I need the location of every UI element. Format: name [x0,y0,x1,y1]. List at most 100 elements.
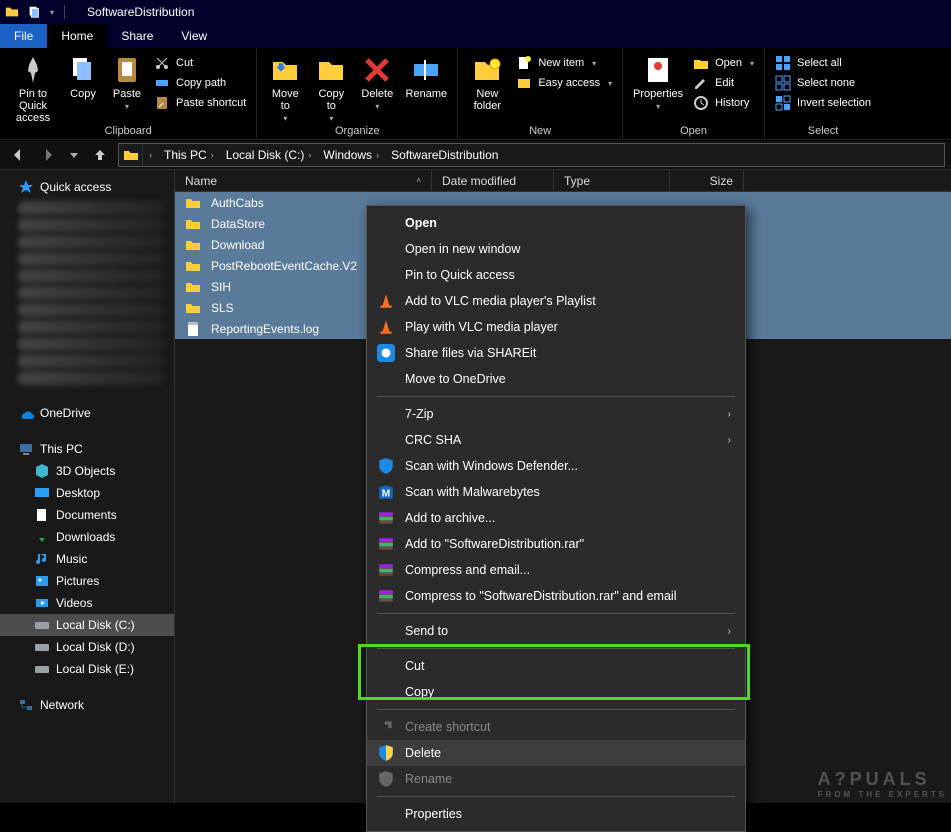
ctx-compress-email[interactable]: Compress and email... [367,557,745,583]
sidebar-pictures[interactable]: Pictures [0,570,174,592]
sidebar-downloads[interactable]: Downloads [0,526,174,548]
nav-up-button[interactable] [88,143,112,167]
sidebar-onedrive[interactable]: OneDrive [0,402,174,424]
crumb-windows[interactable]: Windows› [317,148,385,162]
sidebar-item-redacted [18,252,164,266]
ctx-crc-sha[interactable]: CRC SHA› [367,427,745,453]
new-folder-button[interactable]: New folder [464,52,510,112]
sidebar-documents[interactable]: Documents [0,504,174,526]
edit-button[interactable]: Edit [689,74,758,92]
ctx-vlc-play[interactable]: Play with VLC media player [367,314,745,340]
pin-quick-access-button[interactable]: Pin to Quick access [6,52,60,124]
sidebar-3d-objects[interactable]: 3D Objects [0,460,174,482]
rename-button[interactable]: Rename [401,52,451,100]
winrar-icon [377,509,395,527]
folder-icon [185,279,201,295]
col-size[interactable]: Size [670,170,744,191]
ctx-compress-rar-email[interactable]: Compress to "SoftwareDistribution.rar" a… [367,583,745,609]
this-pc-icon [18,441,34,457]
sidebar-videos[interactable]: Videos [0,592,174,614]
sidebar-local-disk-e[interactable]: Local Disk (E:) [0,658,174,680]
col-type[interactable]: Type [554,170,670,191]
properties-icon [642,54,674,86]
ctx-open[interactable]: Open [367,210,745,236]
edit-icon [693,75,709,91]
videos-icon [34,595,50,611]
sidebar-music[interactable]: Music [0,548,174,570]
ctx-open-new-window[interactable]: Open in new window [367,236,745,262]
ctx-shareit[interactable]: Share files via SHAREit [367,340,745,366]
nav-forward-button[interactable] [36,143,60,167]
sidebar-this-pc[interactable]: This PC [0,438,174,460]
sidebar-network[interactable]: Network [0,694,174,716]
history-button[interactable]: History [689,94,758,112]
paste-button[interactable]: Paste ▾ [106,52,148,111]
col-name[interactable]: Name ˄ [175,170,432,191]
ctx-add-rar[interactable]: Add to "SoftwareDistribution.rar" [367,531,745,557]
select-none-button[interactable]: Select none [771,74,875,92]
paste-shortcut-icon [154,95,170,111]
ctx-rename[interactable]: Rename [367,766,745,792]
ctx-windows-defender[interactable]: Scan with Windows Defender... [367,453,745,479]
sidebar-quick-access[interactable]: Quick access [0,176,174,198]
ctx-move-onedrive[interactable]: Move to OneDrive [367,366,745,392]
invert-selection-button[interactable]: Invert selection [771,94,875,112]
copy-button[interactable]: Copy [62,52,104,100]
crumb-root-chevron[interactable]: › [143,150,158,160]
sidebar-item-redacted [18,218,164,232]
tab-home[interactable]: Home [47,24,107,48]
ctx-copy[interactable]: Copy [367,679,745,705]
copy-path-button[interactable]: Copy path [150,74,250,92]
vlc-icon [377,318,395,336]
sidebar-local-disk-d[interactable]: Local Disk (D:) [0,636,174,658]
select-all-button[interactable]: Select all [771,54,875,72]
tab-file[interactable]: File [0,24,47,48]
file-name: AuthCabs [211,196,264,210]
move-to-button[interactable]: Move to ▾ [263,52,307,123]
ctx-properties[interactable]: Properties [367,801,745,827]
sidebar-item-redacted [18,235,164,249]
onedrive-icon [18,405,34,421]
ctx-vlc-add-playlist[interactable]: Add to VLC media player's Playlist [367,288,745,314]
ctx-pin-quick-access[interactable]: Pin to Quick access [367,262,745,288]
folder-icon [185,258,201,274]
ribbon-group-organize: Move to ▾ Copy to ▾ Delete ▾ Rename Orga… [257,48,458,139]
properties-button[interactable]: Properties ▾ [629,52,687,111]
open-button[interactable]: Open▾ [689,54,758,72]
sidebar-desktop[interactable]: Desktop [0,482,174,504]
ribbon-group-select: Select all Select none Invert selection … [765,48,881,139]
sidebar-item-redacted [18,269,164,283]
cut-button[interactable]: Cut [150,54,250,72]
malwarebytes-icon: M [377,483,395,501]
address-bar[interactable]: › This PC› Local Disk (C:)› Windows› Sof… [118,143,945,167]
delete-button[interactable]: Delete ▾ [355,52,399,111]
file-name: ReportingEvents.log [211,322,319,336]
sidebar-local-disk-c[interactable]: Local Disk (C:) [0,614,174,636]
tab-share[interactable]: Share [107,24,167,48]
ctx-send-to[interactable]: Send to› [367,618,745,644]
easy-access-button[interactable]: Easy access▾ [512,74,616,92]
nav-back-button[interactable] [6,143,30,167]
new-item-button[interactable]: New item▾ [512,54,616,72]
winrar-icon [377,535,395,553]
defender-icon [377,457,395,475]
ctx-add-archive[interactable]: Add to archive... [367,505,745,531]
paste-shortcut-button[interactable]: Paste shortcut [150,94,250,112]
ctx-cut[interactable]: Cut [367,653,745,679]
ctx-create-shortcut[interactable]: Create shortcut [367,714,745,740]
crumb-local-disk-c[interactable]: Local Disk (C:)› [220,148,318,162]
tab-view[interactable]: View [167,24,221,48]
crumb-this-pc[interactable]: This PC› [158,148,220,162]
crumb-softwaredistribution[interactable]: SoftwareDistribution [385,148,504,162]
ctx-malwarebytes[interactable]: M Scan with Malwarebytes [367,479,745,505]
ctx-separator [377,796,735,797]
move-to-icon [269,54,301,86]
copy-icon[interactable] [26,4,42,20]
ctx-delete[interactable]: Delete [367,740,745,766]
qat-dropdown-icon[interactable]: ▾ [50,8,54,17]
ctx-7zip[interactable]: 7-Zip› [367,401,745,427]
col-date[interactable]: Date modified [432,170,554,191]
copy-icon [67,54,99,86]
copy-to-button[interactable]: Copy to ▾ [309,52,353,123]
nav-recent-dropdown[interactable] [66,143,82,167]
